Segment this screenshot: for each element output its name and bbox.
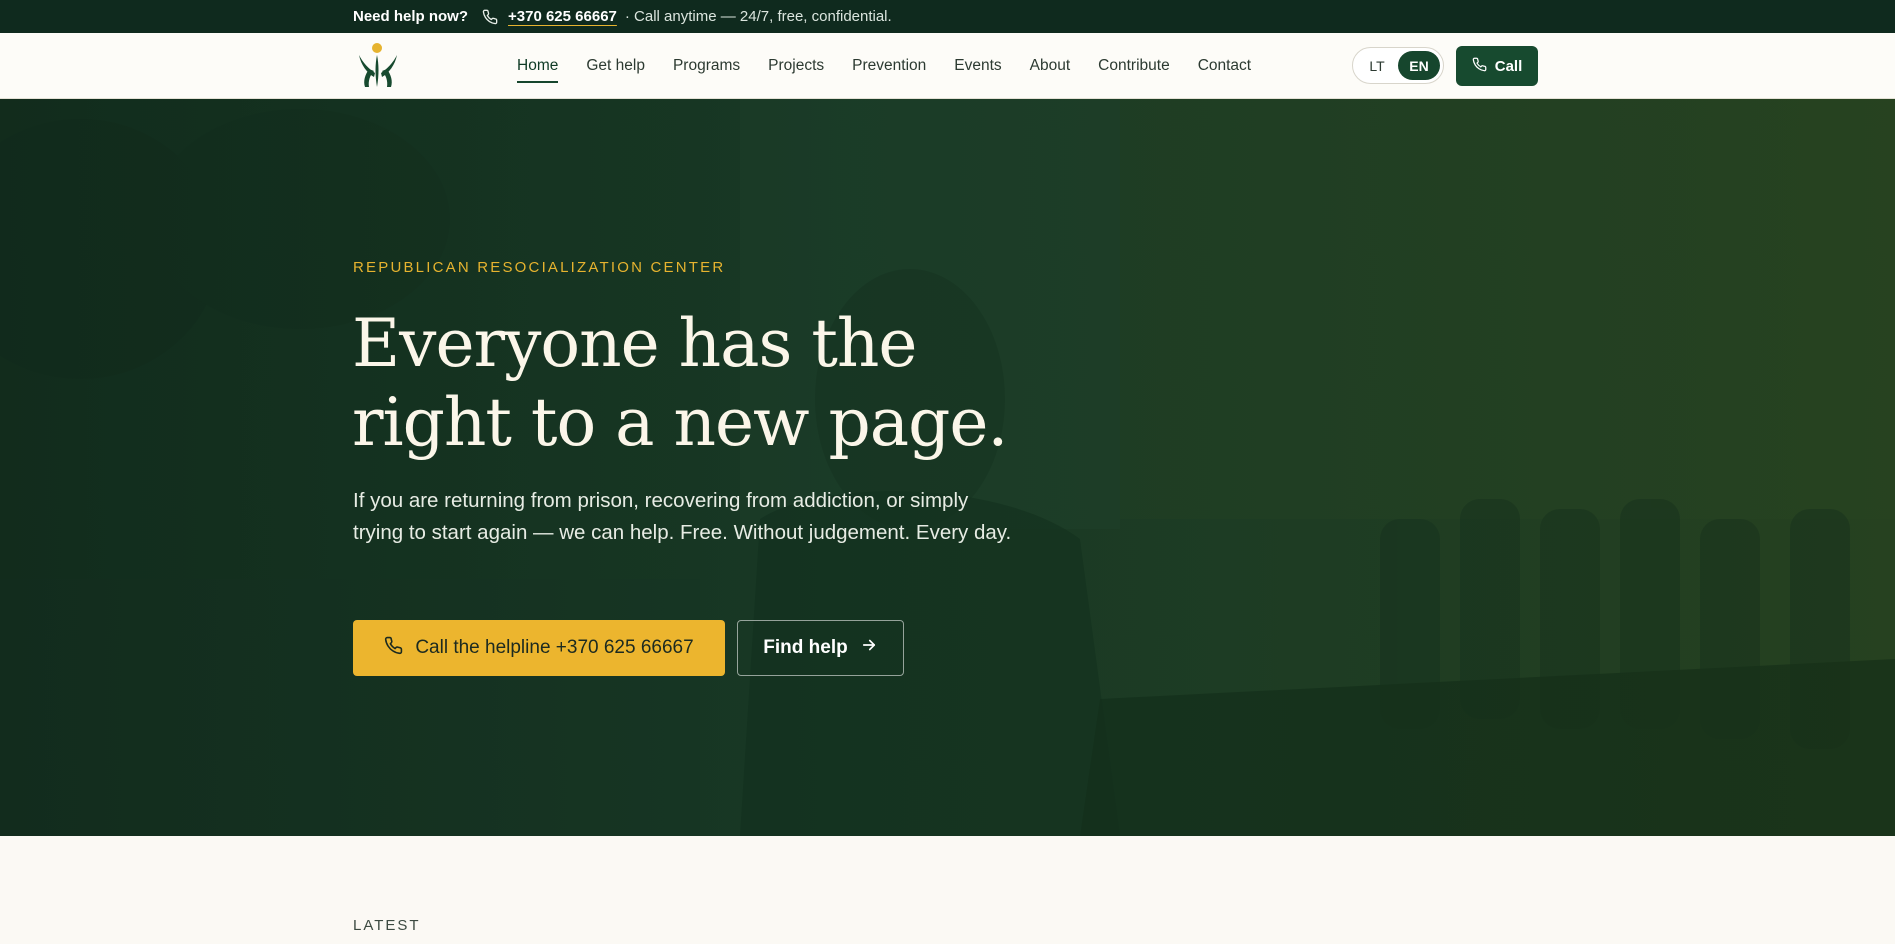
header-call-button[interactable]: Call bbox=[1456, 46, 1538, 86]
nav-projects[interactable]: Projects bbox=[768, 51, 824, 81]
hero-headline-line2: right to a new page. bbox=[352, 384, 1008, 461]
need-help-text: Need help now? bbox=[353, 8, 469, 25]
hero-lead-text: If you are returning from prison, recove… bbox=[353, 489, 1012, 544]
call-helpline-button[interactable]: Call the helpline +370 625 66667 bbox=[353, 620, 725, 676]
phone-icon bbox=[1472, 57, 1487, 76]
main-navigation: Home Get help Programs Projects Preventi… bbox=[517, 33, 1251, 99]
nav-programs[interactable]: Programs bbox=[673, 51, 740, 81]
arrow-right-icon bbox=[860, 636, 878, 660]
latest-section-label: LATEST bbox=[353, 917, 421, 934]
hero-headline: Everyone has the right to a new page. bbox=[352, 304, 1052, 462]
nav-home[interactable]: Home bbox=[517, 51, 559, 83]
nav-about[interactable]: About bbox=[1030, 51, 1071, 81]
nav-contact[interactable]: Contact bbox=[1198, 51, 1251, 81]
top-help-bar-content: Need help now? +370 625 66667 · Call any… bbox=[353, 0, 892, 33]
header-call-label: Call bbox=[1494, 57, 1523, 75]
hero-overlay bbox=[0, 99, 1895, 836]
topbar-availability-text: · Call anytime — 24/7, free, confidentia… bbox=[624, 8, 892, 25]
hero-section: REPUBLICAN RESOCIALIZATION CENTER Everyo… bbox=[0, 99, 1895, 836]
people-tree-logo[interactable] bbox=[353, 41, 403, 91]
call-helpline-label: Call the helpline +370 625 66667 bbox=[415, 637, 694, 658]
lang-en-button[interactable]: EN bbox=[1398, 51, 1440, 80]
hero-headline-line1: Everyone has the bbox=[352, 305, 917, 382]
nav-contribute[interactable]: Contribute bbox=[1098, 51, 1170, 81]
find-help-label: Find help bbox=[763, 637, 848, 658]
top-help-bar: Need help now? +370 625 66667 · Call any… bbox=[0, 0, 1895, 33]
site-header: Home Get help Programs Projects Preventi… bbox=[0, 33, 1895, 99]
language-switcher: LT EN bbox=[1352, 47, 1444, 84]
phone-icon bbox=[482, 9, 498, 25]
hero-eyebrow: REPUBLICAN RESOCIALIZATION CENTER bbox=[353, 259, 726, 276]
lang-lt-button[interactable]: LT bbox=[1356, 51, 1398, 80]
nav-get-help[interactable]: Get help bbox=[586, 51, 645, 81]
nav-events[interactable]: Events bbox=[954, 51, 1001, 81]
find-help-button[interactable]: Find help bbox=[737, 620, 904, 676]
phone-icon bbox=[384, 636, 403, 661]
nav-prevention[interactable]: Prevention bbox=[852, 51, 926, 81]
topbar-phone-link[interactable]: +370 625 66667 bbox=[508, 8, 617, 25]
